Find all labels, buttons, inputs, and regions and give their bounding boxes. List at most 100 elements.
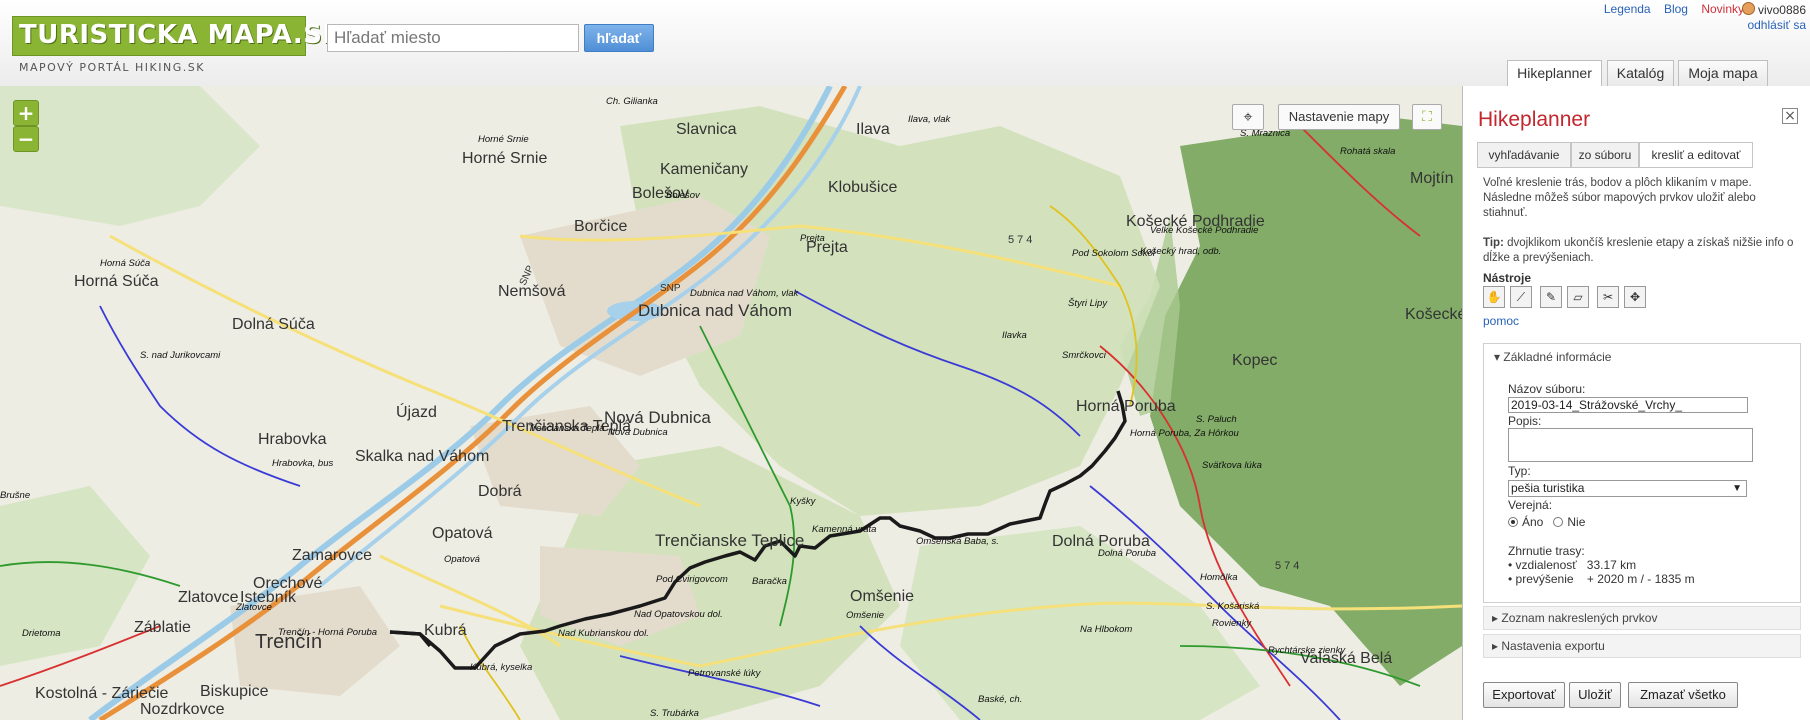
crosshair-icon: ⌖ [1243,107,1253,126]
town-label: Omšenie [850,588,914,605]
town-label: Trenčianske Teplice [655,531,804,550]
stop-label: Trenčín - Horná Poruba [278,627,377,638]
stop-label: S. nad Jurikovcami [140,350,221,361]
public-no-radio[interactable]: Nie [1553,515,1585,529]
tab-hikeplanner[interactable]: Hikeplanner [1507,60,1602,87]
town-label: Kubrá [424,622,467,639]
stop-label: Velké Košecké Podhradie [1150,225,1258,236]
link-news[interactable]: Novinky [1701,2,1744,16]
drawn-items-section[interactable]: ▸ Zoznam nakreslených prvkov [1483,606,1801,630]
basic-info-title: Základné informácie [1503,350,1612,364]
search-input[interactable] [327,24,579,52]
scissors-tool[interactable]: ✂ [1597,286,1619,308]
delete-all-button[interactable]: Zmazať všetko [1628,682,1738,708]
tip-text: Tip: dvojklikom ukončíš kreslenie etapy … [1483,236,1798,266]
tab-my-map[interactable]: Moja mapa [1678,60,1768,86]
stop-label: Horná Súča [100,258,150,269]
distance-value: 33.17 km [1586,558,1637,572]
elevation-row: • prevýšenie + 2020 m / - 1835 m [1508,572,1695,586]
stop-label: Homôlka [1200,572,1238,583]
radio-icon [1508,517,1518,527]
public-label: Verejná: [1508,498,1553,512]
search-button[interactable]: hľadať [584,24,654,52]
zoom-out-button[interactable]: − [13,126,39,152]
save-button[interactable]: Uložiť [1569,682,1621,708]
stop-label: Ilava, vlak [908,114,951,125]
locate-button[interactable]: ⌖ [1232,104,1264,130]
town-label: Kameničany [660,161,748,178]
stop-label: Bolešov [666,190,701,201]
type-select[interactable]: pešia turistika ▼ [1508,480,1747,497]
elevation-value: + 2020 m / - 1835 m [1586,572,1695,586]
map-canvas[interactable]: SNP SNP 574 574 Slavnica Ilava Horné Srn… [0,86,1462,720]
export-settings-section[interactable]: ▸ Nastavenia exportu [1483,634,1801,658]
stop-label: S. Košariská [1206,601,1259,612]
stop-label: Horná Poruba, Za Hôrkou [1130,428,1239,439]
distance-row: • vzdialenosť 33.17 km [1508,558,1636,572]
polygon-tool[interactable]: ▱ [1567,286,1589,308]
caret-right-icon: ▸ [1492,611,1499,625]
town-label: Klobušice [828,179,897,196]
stop-label: Nová Dubnica [608,427,668,438]
public-radio-group: Áno Nie [1508,515,1585,529]
move-tool[interactable]: ✥ [1624,286,1646,308]
route-mark-snp-2: SNP [660,283,681,294]
hand-icon: ✋ [1486,290,1502,304]
site-subtitle: MAPOVÝ PORTÁL HIKING.SK [19,61,205,74]
fullscreen-button[interactable]: ⛶ [1412,104,1442,130]
tab-draw-edit[interactable]: kresliť a editovať [1639,142,1753,168]
export-settings-title: Nastavenia exportu [1501,639,1605,653]
close-button[interactable]: × [1782,108,1798,124]
chevron-down-icon: ▼ [1732,483,1742,494]
basic-info-header[interactable]: ▾ Základné informácie [1494,350,1611,364]
user-name[interactable]: vivo0886 [1758,3,1806,17]
logo-text: TURISTICKA MAPA.SK [19,20,344,50]
intro-text: Voľné kreslenie trás, bodov a plôch klik… [1483,177,1756,219]
public-yes-radio[interactable]: Áno [1508,515,1543,529]
town-label: Kopec [1232,352,1277,369]
site-logo[interactable]: TURISTICKA MAPA.SK [12,16,343,56]
town-label: Skalka nad Váhom [355,448,489,465]
tab-search[interactable]: vyhľadávanie [1477,142,1571,168]
town-label: Kostolná - Záriečie [35,685,168,702]
close-icon: × [1784,108,1796,124]
stop-label: Sväťkova lúka [1202,460,1262,471]
tip-body: dvojklikom ukončíš kreslenie etapy a zís… [1483,237,1794,264]
export-button[interactable]: Exportovať [1483,682,1565,708]
forest-area [1150,116,1462,686]
map-settings-button[interactable]: Nastavenie mapy [1278,104,1400,130]
stop-label: Trenčianska Teplá [528,423,605,434]
logout-link[interactable]: odhlásiť sa [1742,18,1806,33]
header: TURISTICKA MAPA.SK MAPOVÝ PORTÁL HIKING.… [0,0,1810,87]
stop-label: Omšenská Baba, s. [916,536,999,547]
link-legend[interactable]: Legenda [1604,2,1651,16]
move-icon: ✥ [1629,290,1641,304]
scissors-icon: ✂ [1602,290,1614,304]
stop-label: Rovienky [1212,618,1252,629]
public-no-label: Nie [1567,515,1586,529]
tab-catalog[interactable]: Katalóg [1607,60,1674,86]
forest-area [900,526,1260,720]
town-label: Horná Poruba [1076,398,1176,415]
drawn-items-title: Zoznam nakreslených prvkov [1501,611,1658,625]
tab-from-file[interactable]: zo súboru [1571,142,1639,168]
stop-label: Dubnica nad Váhom, vlak [690,288,800,299]
zoom-in-button[interactable]: + [13,100,39,126]
stop-label: Brušne [0,490,30,501]
town-label: Mojtín [1410,170,1454,187]
polyline-tool[interactable]: ⟋ [1510,286,1532,308]
stop-label: Rychtárske zienky [1268,645,1346,656]
route-mark-574-2: 574 [1275,560,1302,572]
town-label: Horné Srnie [462,150,547,167]
stop-label: Omšenie [846,610,884,621]
polyline-icon: ⟋ [1516,290,1526,304]
forest-area [0,86,260,226]
file-name-input[interactable] [1508,397,1748,413]
link-blog[interactable]: Blog [1664,2,1688,16]
help-link[interactable]: pomoc [1483,314,1519,328]
hand-tool[interactable]: ✋ [1483,286,1505,308]
description-textarea[interactable] [1508,428,1753,462]
panel-title: Hikeplanner [1478,108,1591,131]
town-label: Zamarovce [292,547,372,564]
draw-line-tool[interactable]: ✎ [1540,286,1562,308]
